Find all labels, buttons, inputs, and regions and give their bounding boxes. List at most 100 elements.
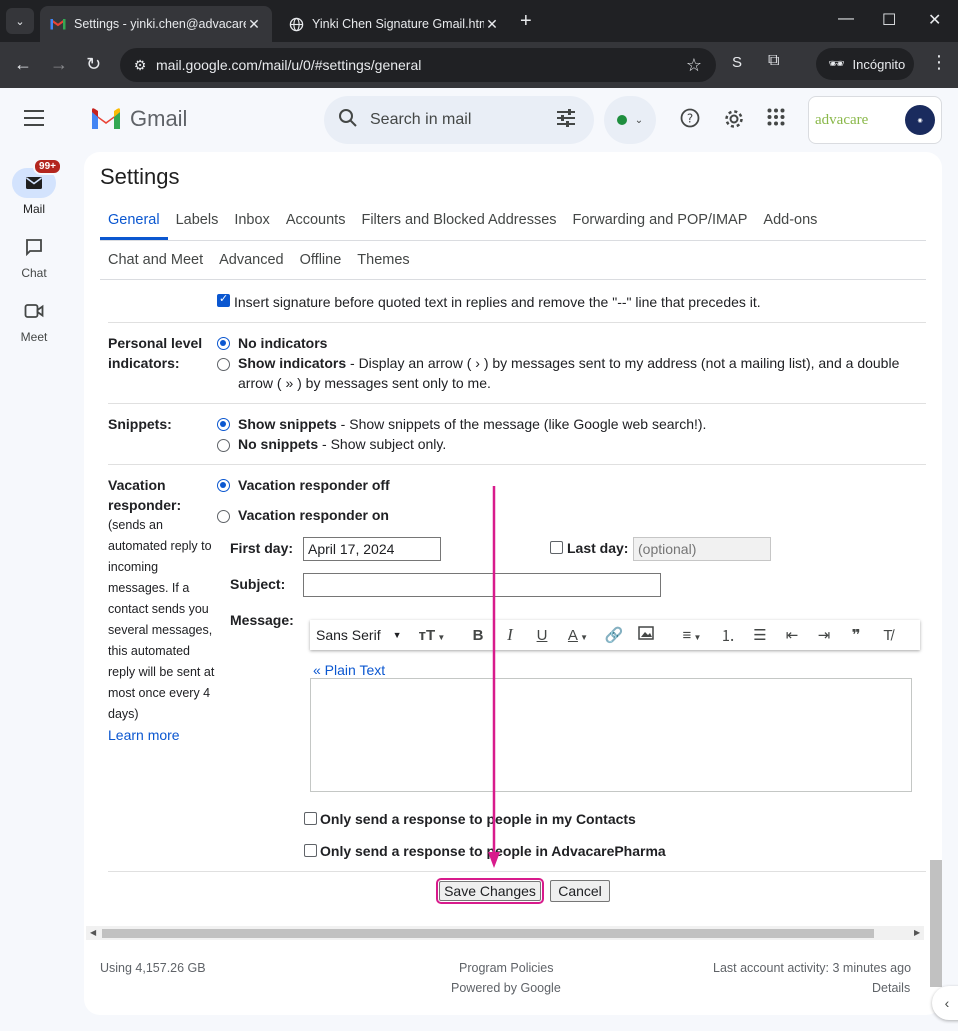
status-selector[interactable]: ⌄ (604, 96, 656, 144)
status-dot-icon (616, 115, 627, 125)
search-icon[interactable] (338, 108, 358, 133)
scroll-right-icon[interactable]: ▶ (914, 926, 920, 940)
rail-mail[interactable]: 99+ Mail (0, 158, 68, 216)
vertical-scrollbar-thumb[interactable] (930, 860, 942, 987)
tab-forwarding[interactable]: Forwarding and POP/IMAP (565, 200, 756, 240)
scroll-left-icon[interactable]: ◀ (90, 926, 96, 940)
save-changes-button[interactable]: Save Changes (436, 878, 544, 904)
tab-chat-meet[interactable]: Chat and Meet (100, 240, 211, 280)
browser-tab-settings[interactable]: Settings - yinki.chen@advacare ✕ (40, 6, 272, 42)
link-icon[interactable]: 🔗 (598, 626, 630, 644)
font-family-select[interactable]: Sans Serif ▼ (316, 627, 412, 643)
tab-labels[interactable]: Labels (168, 200, 227, 240)
gmail-logo[interactable]: Gmail (90, 106, 187, 132)
show-snippets-radio[interactable] (217, 418, 230, 431)
bulleted-list-icon[interactable]: ☰ (744, 626, 776, 644)
tab-advanced[interactable]: Advanced (211, 240, 292, 280)
subject-input[interactable] (303, 573, 661, 597)
show-indicators-radio[interactable] (217, 358, 230, 371)
back-icon[interactable]: ← (14, 54, 32, 75)
learn-more-link[interactable]: Learn more (108, 727, 180, 743)
tab-general[interactable]: General (100, 200, 168, 240)
google-apps-icon[interactable] (767, 108, 785, 132)
globe-icon (288, 16, 304, 32)
tab-filters[interactable]: Filters and Blocked Addresses (353, 200, 564, 240)
first-day-input[interactable] (303, 537, 441, 561)
tab-title: Settings - yinki.chen@advacare (74, 17, 246, 31)
extensions-icon[interactable]: ⧉ (768, 52, 779, 70)
message-label: Message: (230, 612, 294, 628)
rail-label: Meet (20, 330, 48, 344)
text-color-icon[interactable]: A ▼ (558, 627, 598, 644)
program-policies-link[interactable]: Program Policies (459, 961, 553, 975)
search-bar[interactable]: Search in mail (324, 96, 594, 144)
no-snippets-radio[interactable] (217, 439, 230, 452)
message-body-editor[interactable] (310, 678, 912, 792)
horizontal-scrollbar[interactable]: ◀ ▶ (86, 926, 924, 940)
bold-icon[interactable]: B (462, 627, 494, 644)
no-indicators-radio[interactable] (217, 337, 230, 350)
signature-placement-checkbox[interactable] (217, 292, 230, 307)
chevron-down-icon: ⌄ (634, 114, 644, 126)
bookmark-star-icon[interactable]: ☆ (686, 55, 702, 76)
incognito-indicator[interactable]: 🕶 Incógnito (816, 48, 914, 80)
personal-indicators-label: Personal level indicators: (108, 335, 203, 371)
gmail-favicon-icon (50, 16, 66, 32)
show-snippets-label: Show snippets - Show snippets of the mes… (238, 416, 707, 432)
side-panel-toggle-icon[interactable]: ‹ (932, 986, 958, 1020)
tab-offline[interactable]: Offline (292, 240, 350, 280)
rail-meet[interactable]: Meet (0, 296, 68, 344)
settings-gear-icon[interactable] (723, 108, 745, 136)
only-org-checkbox[interactable] (304, 844, 317, 857)
maximize-icon[interactable]: ☐ (882, 10, 896, 30)
rail-label: Mail (22, 202, 45, 216)
tab-addons[interactable]: Add-ons (755, 200, 825, 240)
address-bar[interactable]: ⚙ mail.google.com/mail/u/0/#settings/gen… (120, 48, 716, 82)
image-icon[interactable] (630, 626, 662, 644)
vacation-off-radio[interactable] (217, 479, 230, 492)
close-window-icon[interactable]: ✕ (928, 10, 941, 30)
new-tab-button[interactable]: + (520, 10, 532, 33)
scrollbar-thumb[interactable] (102, 929, 874, 938)
align-icon[interactable]: ≡ ▼ (672, 627, 712, 644)
tab-close-icon[interactable]: ✕ (246, 16, 262, 33)
tab-search-button[interactable]: ⌄ (6, 8, 34, 34)
remove-formatting-icon[interactable]: T̸ (872, 627, 904, 644)
last-day-checkbox[interactable] (550, 541, 563, 554)
cancel-button[interactable]: Cancel (550, 880, 610, 902)
forward-icon[interactable]: → (50, 54, 68, 75)
site-info-icon[interactable]: ⚙ (130, 57, 150, 74)
browser-menu-icon[interactable]: ⋮ (930, 52, 948, 73)
svg-text:?: ? (687, 112, 693, 126)
tab-accounts[interactable]: Accounts (278, 200, 354, 240)
minimize-icon[interactable]: — (838, 10, 854, 28)
vacation-on-radio[interactable] (217, 510, 230, 523)
indent-less-icon[interactable]: ⇤ (776, 626, 808, 644)
italic-icon[interactable]: I (494, 625, 526, 645)
tab-close-icon[interactable]: ✕ (484, 16, 500, 33)
underline-icon[interactable]: U (526, 627, 558, 644)
details-link[interactable]: Details (872, 981, 910, 995)
numbered-list-icon[interactable]: ⒈ (712, 625, 744, 646)
gmail-app: Gmail Search in mail ⌄ ? advacare ◉ 99+ … (0, 88, 958, 1031)
indent-more-icon[interactable]: ⇥ (808, 626, 840, 644)
tabs-divider (100, 279, 926, 280)
row-divider (108, 322, 926, 323)
rail-chat[interactable]: Chat (0, 232, 68, 280)
page-title: Settings (100, 164, 180, 189)
only-contacts-checkbox[interactable] (304, 812, 317, 825)
last-day-input[interactable] (633, 537, 771, 561)
profile-extension-icon[interactable]: S (732, 54, 742, 71)
main-menu-icon[interactable] (24, 110, 44, 131)
quote-icon[interactable]: ❞ (840, 626, 872, 644)
font-size-icon[interactable]: тT ▼ (412, 627, 452, 644)
browser-tab-signature[interactable]: Yinki Chen Signature Gmail.htm ✕ (278, 6, 510, 42)
help-icon[interactable]: ? (680, 108, 700, 134)
plain-text-link[interactable]: « Plain Text (313, 662, 385, 678)
account-brand-button[interactable]: advacare ◉ (808, 96, 942, 144)
tab-themes[interactable]: Themes (349, 240, 417, 280)
tab-inbox[interactable]: Inbox (226, 200, 277, 240)
reload-icon[interactable]: ↻ (86, 54, 101, 75)
search-input[interactable]: Search in mail (370, 111, 556, 129)
search-options-icon[interactable] (556, 108, 576, 132)
